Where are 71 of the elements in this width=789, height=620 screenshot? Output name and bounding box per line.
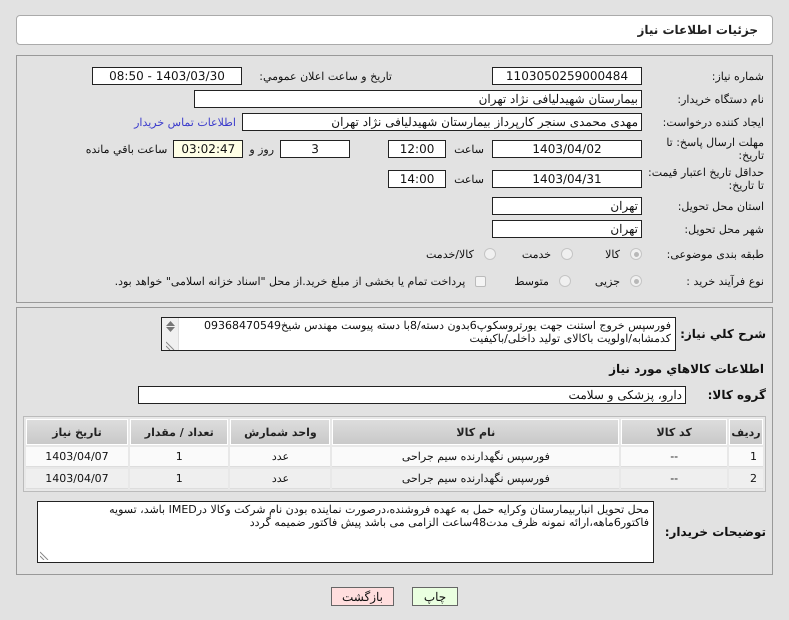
table-cell: عدد — [230, 469, 330, 489]
field-label: حداقل تاریخ اعتبار قیمت: تا تاریخ: — [647, 166, 764, 192]
back-button[interactable]: بازگشت — [331, 587, 394, 606]
radio-button[interactable] — [561, 248, 574, 260]
field-label: استان محل تحویل: — [676, 200, 764, 212]
column-header: تاریخ نیاز — [26, 419, 128, 445]
buyer-contact-link[interactable]: اطلاعات تماس خریدار — [134, 116, 236, 128]
table-cell: 1 — [729, 447, 763, 467]
resize-grip-icon[interactable] — [166, 341, 174, 350]
table-cell: فورسپس نگهدارنده سیم جراحی — [332, 469, 620, 489]
field-label: شرح کلي نیاز: — [679, 328, 766, 340]
remaining-time-field: 03:02:47 — [173, 140, 244, 158]
print-button[interactable]: چاپ — [412, 587, 458, 606]
resize-grip-icon[interactable] — [40, 551, 49, 560]
announce-date-field: 1403/03/30 - 08:50 — [92, 67, 242, 85]
buyer-org-field: بیمارستان شهیدلیافی نژاد تهران — [194, 90, 642, 108]
table-cell: 1 — [130, 447, 228, 467]
summary-textarea[interactable]: فورسپس خروج استنت جهت یورتروسکوپ6بدون دسته/8با دسته پیوست مهندس شیخ09368470549 کدمشابه/اولویت باکالای تولید داخلی/باکیفیت — [161, 317, 676, 351]
column-header: تعداد / مقدار — [130, 419, 228, 445]
table-cell: 1 — [130, 469, 228, 489]
checkbox-label: پرداخت تمام یا بخشی از مبلغ خرید.از محل "اسناد خزانه اسلامی" خواهد بود. — [114, 274, 466, 288]
days-label: روز و — [249, 142, 274, 156]
field-label: طبقه بندی موضوعی: — [666, 248, 764, 260]
table-cell: 1403/04/07 — [26, 469, 128, 489]
field-label: ایجاد کننده درخواست: — [662, 116, 764, 128]
radio-button[interactable] — [558, 275, 571, 287]
radio-label: کالا — [605, 248, 620, 260]
scroll-up-icon[interactable] — [166, 321, 174, 326]
column-header: کد کالا — [621, 419, 728, 445]
radio-label: جزیی — [594, 274, 620, 288]
time-label: ساعت — [454, 172, 484, 186]
table-cell: عدد — [230, 447, 330, 467]
goods-group-field: دارو، پزشکی و سلامت — [138, 386, 686, 404]
column-header: ردیف — [729, 419, 763, 445]
radio-label: کالا/خدمت — [426, 248, 474, 260]
section-title: اطلاعات کالاهاي مورد نیاز — [608, 361, 765, 378]
column-header: واحد شمارش — [230, 419, 330, 445]
page-title: جزئیات اطلاعات نیاز — [16, 15, 773, 45]
column-header: نام کالا — [332, 419, 620, 445]
scroll-down-icon[interactable] — [166, 327, 174, 332]
date-field: 1403/04/31 — [492, 170, 642, 188]
radio-button[interactable] — [630, 275, 642, 287]
creator-field: مهدی محمدی سنجر کارپرداز بیمارستان شهیدلیافی نژاد تهران — [242, 113, 642, 131]
table-cell: 2 — [729, 469, 763, 489]
remaining-label: ساعت باقي مانده — [86, 142, 168, 156]
table-cell: 1403/04/07 — [26, 447, 128, 467]
radio-label: خدمت — [522, 248, 552, 260]
table-cell: -- — [621, 447, 728, 467]
radio-label: متوسط — [514, 274, 549, 288]
table-cell: فورسپس نگهدارنده سیم جراحی — [332, 447, 620, 467]
province-field: تهران — [492, 197, 642, 215]
city-field: تهران — [492, 220, 642, 238]
checkbox[interactable] — [475, 276, 486, 286]
date-field: 1403/04/02 — [492, 140, 642, 158]
field-label: نوع فرآیند خرید : — [685, 274, 764, 288]
field-label: توضیحات خریدار: — [664, 526, 766, 538]
field-label: مهلت ارسال پاسخ: تا تاریخ: — [665, 136, 764, 162]
field-label: شهر محل تحویل: — [683, 222, 764, 236]
radio-button[interactable] — [484, 248, 496, 260]
time-field: 12:00 — [388, 140, 446, 158]
buyer-notes-textarea[interactable]: محل تحویل انباربیمارستان وکرایه حمل به عهده فروشنده،درصورت نماینده بودن نام شرکت وکالا درIMED باشد، تسویه فاکتور6ماهه،ارائه نمونه ظرف مدت48ساعت الزامی می باشد پیش فاکتور ضمیمه گردد — [37, 501, 654, 563]
table-cell: -- — [621, 469, 728, 489]
field-label: شماره نیاز: — [710, 70, 764, 82]
need-number-field: 1103050259000484 — [492, 67, 642, 85]
time-label: ساعت — [454, 142, 484, 156]
time-field: 14:00 — [388, 170, 446, 188]
field-label: تاریخ و ساعت اعلان عمومي: — [258, 70, 392, 82]
radio-button[interactable] — [630, 248, 642, 260]
days-field: 3 — [280, 140, 350, 158]
field-label: نام دستگاه خریدار: — [676, 92, 764, 106]
field-label: گروه کالا: — [706, 388, 766, 402]
